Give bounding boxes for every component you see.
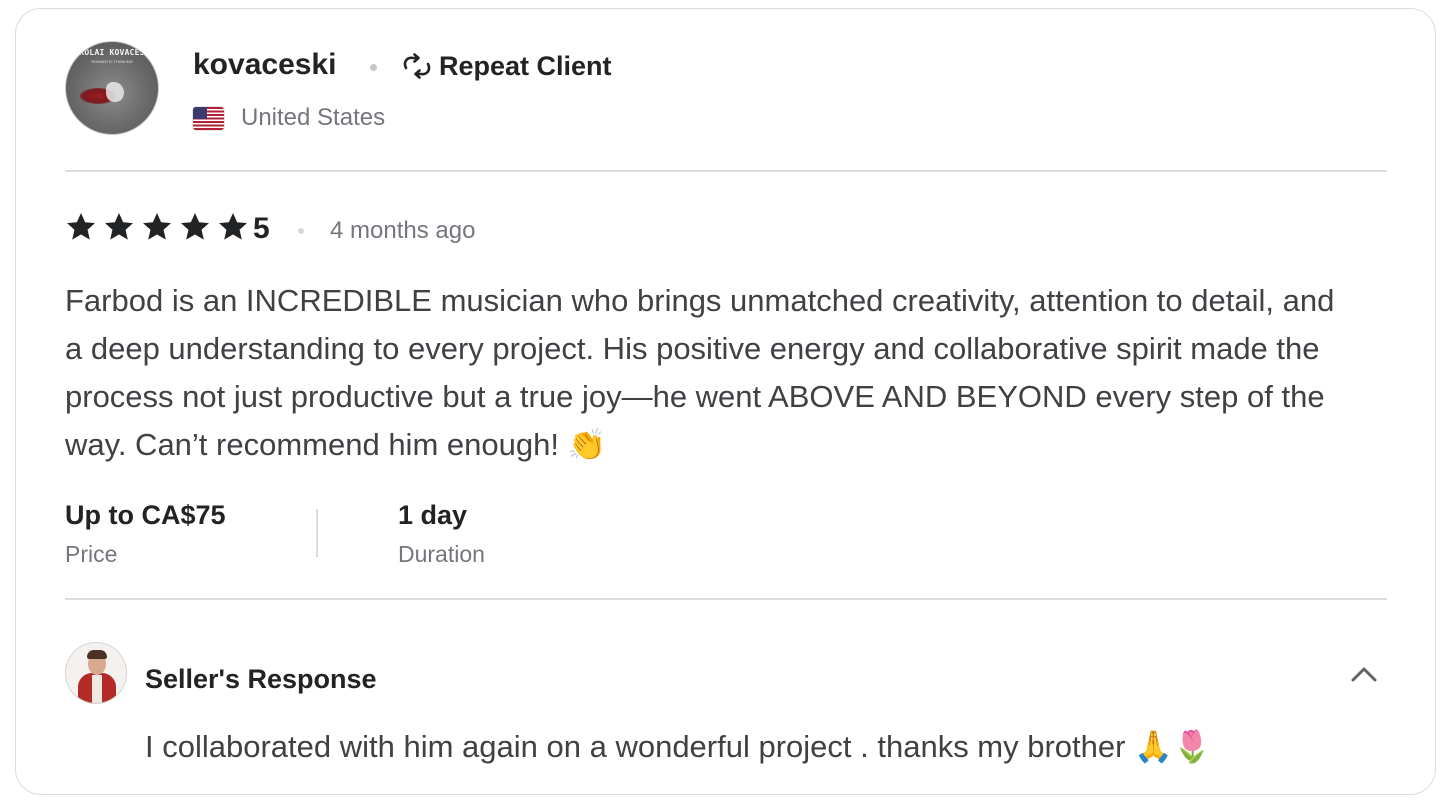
- star-icon: [67, 213, 95, 240]
- seller-response-title: Seller's Response: [145, 664, 377, 694]
- duration-label: Duration: [398, 541, 485, 567]
- star-icon: [219, 213, 247, 240]
- reviewer-country: United States: [241, 104, 386, 131]
- repeat-client-badge: Repeat Client: [401, 47, 612, 85]
- separator-dot: [370, 64, 377, 71]
- chevron-up-icon: [1351, 667, 1377, 682]
- seller-avatar-shirt: [92, 675, 102, 703]
- avatar-art-figure: [106, 82, 124, 102]
- separator-dot: [298, 228, 304, 234]
- repeat-client-label: Repeat Client: [439, 50, 612, 81]
- seller-avatar[interactable]: [65, 642, 127, 704]
- meta-divider: [316, 509, 318, 557]
- rating-value: 5: [253, 212, 270, 245]
- review-card-content: NIKOLAI KOVACESKI ROMANTIC THINKING kova…: [65, 9, 1387, 794]
- duration-value: 1 day: [398, 500, 468, 530]
- avatar-cover-title: NIKOLAI KOVACESKI: [69, 48, 155, 57]
- flag-canton: [193, 107, 207, 120]
- reviewer-avatar[interactable]: NIKOLAI KOVACESKI ROMANTIC THINKING: [65, 41, 159, 135]
- seller-response-text: I collaborated with him again on a wonde…: [145, 729, 1212, 764]
- review-card: NIKOLAI KOVACESKI ROMANTIC THINKING kova…: [15, 8, 1436, 795]
- response-divider: [65, 598, 1387, 600]
- price-label: Price: [65, 541, 118, 567]
- header-divider: [65, 170, 1387, 172]
- collapse-response-button[interactable]: [1347, 659, 1381, 689]
- review-time-ago: 4 months ago: [330, 217, 476, 244]
- review-text: Farbod is an INCREDIBLE musician who bri…: [65, 283, 1335, 462]
- seller-avatar-hair: [87, 650, 107, 659]
- star-rating: [65, 211, 249, 243]
- avatar-cover-subtitle: ROMANTIC THINKING: [91, 59, 133, 64]
- price-value: Up to CA$75: [65, 500, 226, 530]
- star-icon: [105, 213, 133, 240]
- repeat-icon: [403, 53, 431, 79]
- star-icon: [143, 213, 171, 240]
- star-icon: [181, 213, 209, 240]
- us-flag-icon: [193, 107, 224, 130]
- reviewer-username[interactable]: kovaceski: [193, 45, 336, 85]
